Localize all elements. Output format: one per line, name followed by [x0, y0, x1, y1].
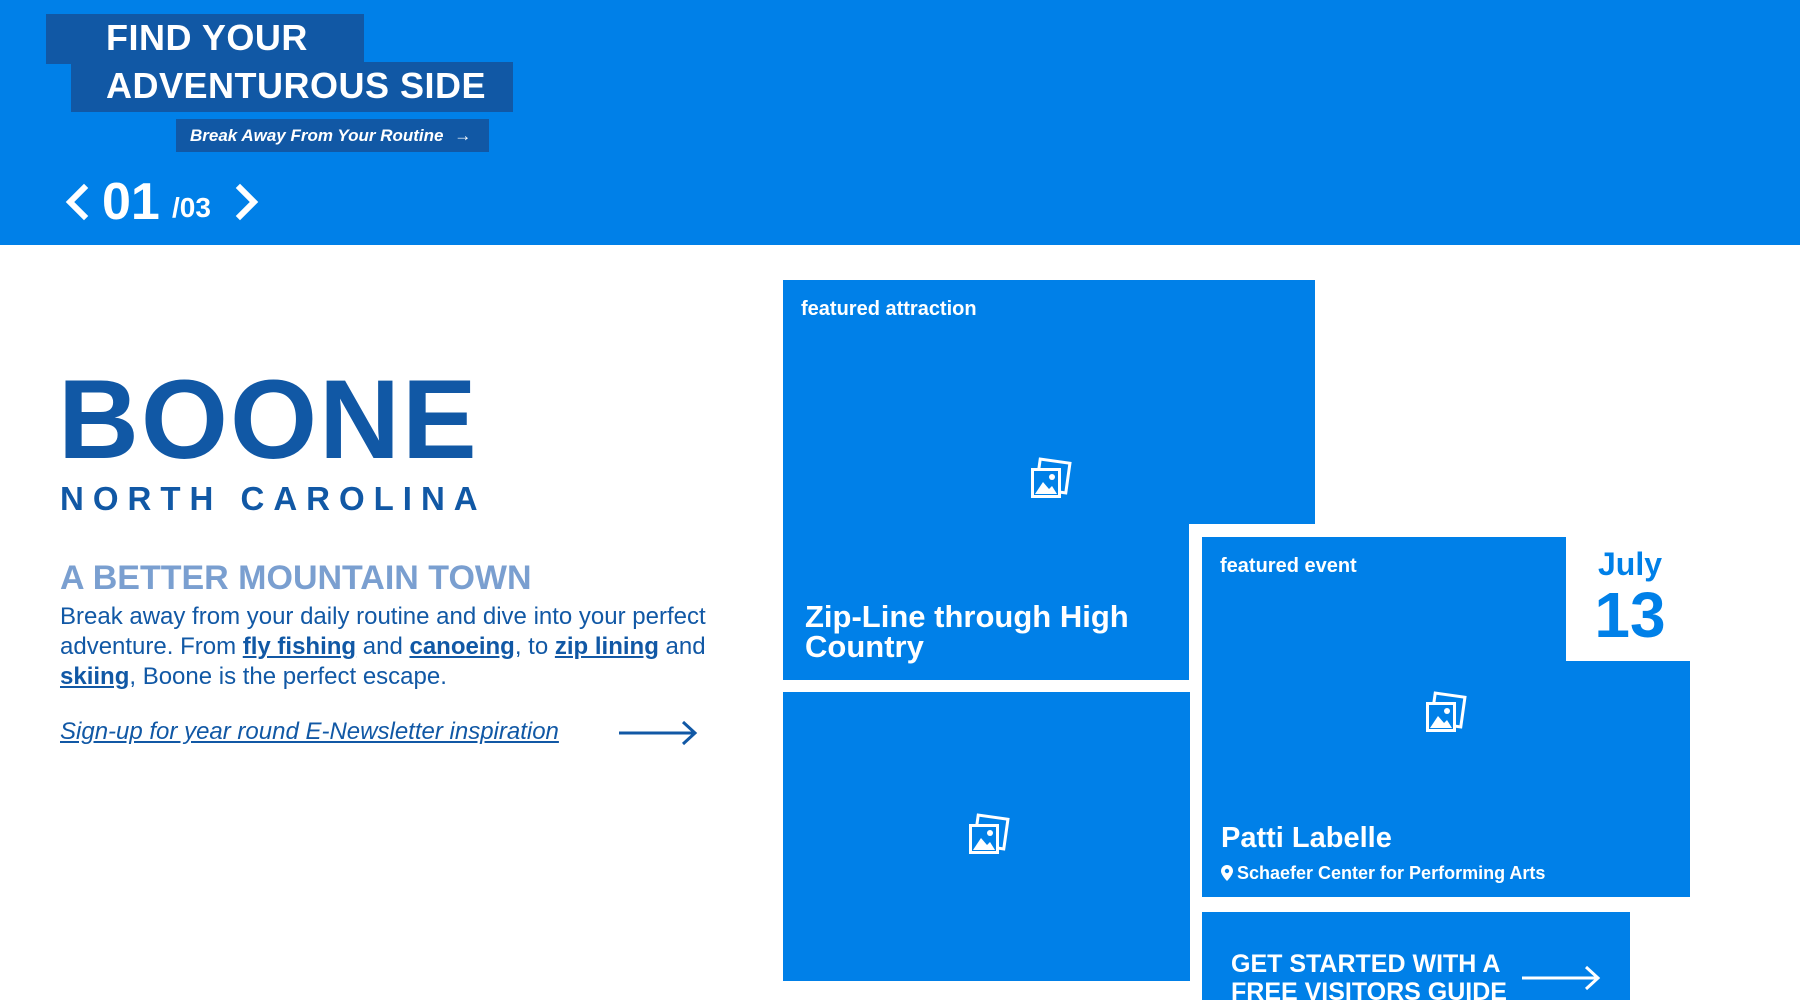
event-date-month: July [1597, 546, 1663, 582]
visitors-guide-label: GET STARTED WITH A FREE VISITORS GUIDE [1231, 950, 1507, 1006]
arrow-right-icon [1520, 964, 1602, 992]
featured-event-label: featured event [1220, 555, 1357, 577]
event-venue-text: Schaefer Center for Performing Arts [1237, 863, 1546, 883]
image-placeholder-icon [1025, 456, 1073, 504]
break-away-button-label: Break Away From Your Routine [190, 126, 444, 145]
pager-current: 01 [102, 173, 160, 231]
canoeing-link[interactable]: canoeing [409, 633, 514, 660]
chevron-left-icon[interactable] [60, 182, 94, 222]
break-away-button[interactable]: Break Away From Your Routine → [176, 119, 489, 152]
state-subtitle: NORTH CAROLINA [60, 480, 487, 517]
map-pin-icon [1221, 864, 1233, 881]
zip-lining-link[interactable]: zip lining [555, 633, 659, 660]
desc-and2: and [665, 633, 706, 660]
hero-banner: FIND YOUR ADVENTUROUS SIDE Break Away Fr… [0, 0, 1800, 245]
desc-to: , to [514, 633, 549, 660]
image-card[interactable] [783, 692, 1190, 981]
image-placeholder-icon [963, 812, 1011, 860]
skiing-link[interactable]: skiing [60, 663, 129, 690]
hero-title-line2: ADVENTUROUS SIDE [71, 62, 513, 112]
featured-attraction-name: Zip-Line through High Country [805, 599, 1129, 664]
arrow-right-icon[interactable] [617, 719, 699, 747]
fly-fishing-link[interactable]: fly fishing [243, 633, 356, 660]
image-placeholder-icon [1420, 690, 1468, 738]
pager-total: /03 [172, 192, 211, 223]
visitors-guide-card[interactable]: GET STARTED WITH A FREE VISITORS GUIDE [1202, 912, 1630, 1006]
event-venue: Schaefer Center for Performing Arts [1221, 862, 1545, 884]
event-date-day: 13 [1594, 579, 1666, 651]
chevron-right-icon[interactable] [230, 182, 264, 222]
event-name: Patti Labelle [1221, 822, 1392, 854]
intro-paragraph: Break away from your daily routine and d… [60, 602, 720, 692]
hero-title-line1: FIND YOUR [46, 14, 364, 64]
desc-end: , Boone is the perfect escape. [129, 663, 447, 690]
featured-attraction-label: featured attraction [801, 298, 977, 320]
desc-and1: and [362, 633, 403, 660]
section-tagline: A BETTER MOUNTAIN TOWN [60, 559, 532, 597]
newsletter-signup-link[interactable]: Sign-up for year round E-Newsletter insp… [60, 717, 559, 747]
city-title: BOONE [58, 357, 479, 482]
arrow-right-icon: → [454, 126, 472, 145]
